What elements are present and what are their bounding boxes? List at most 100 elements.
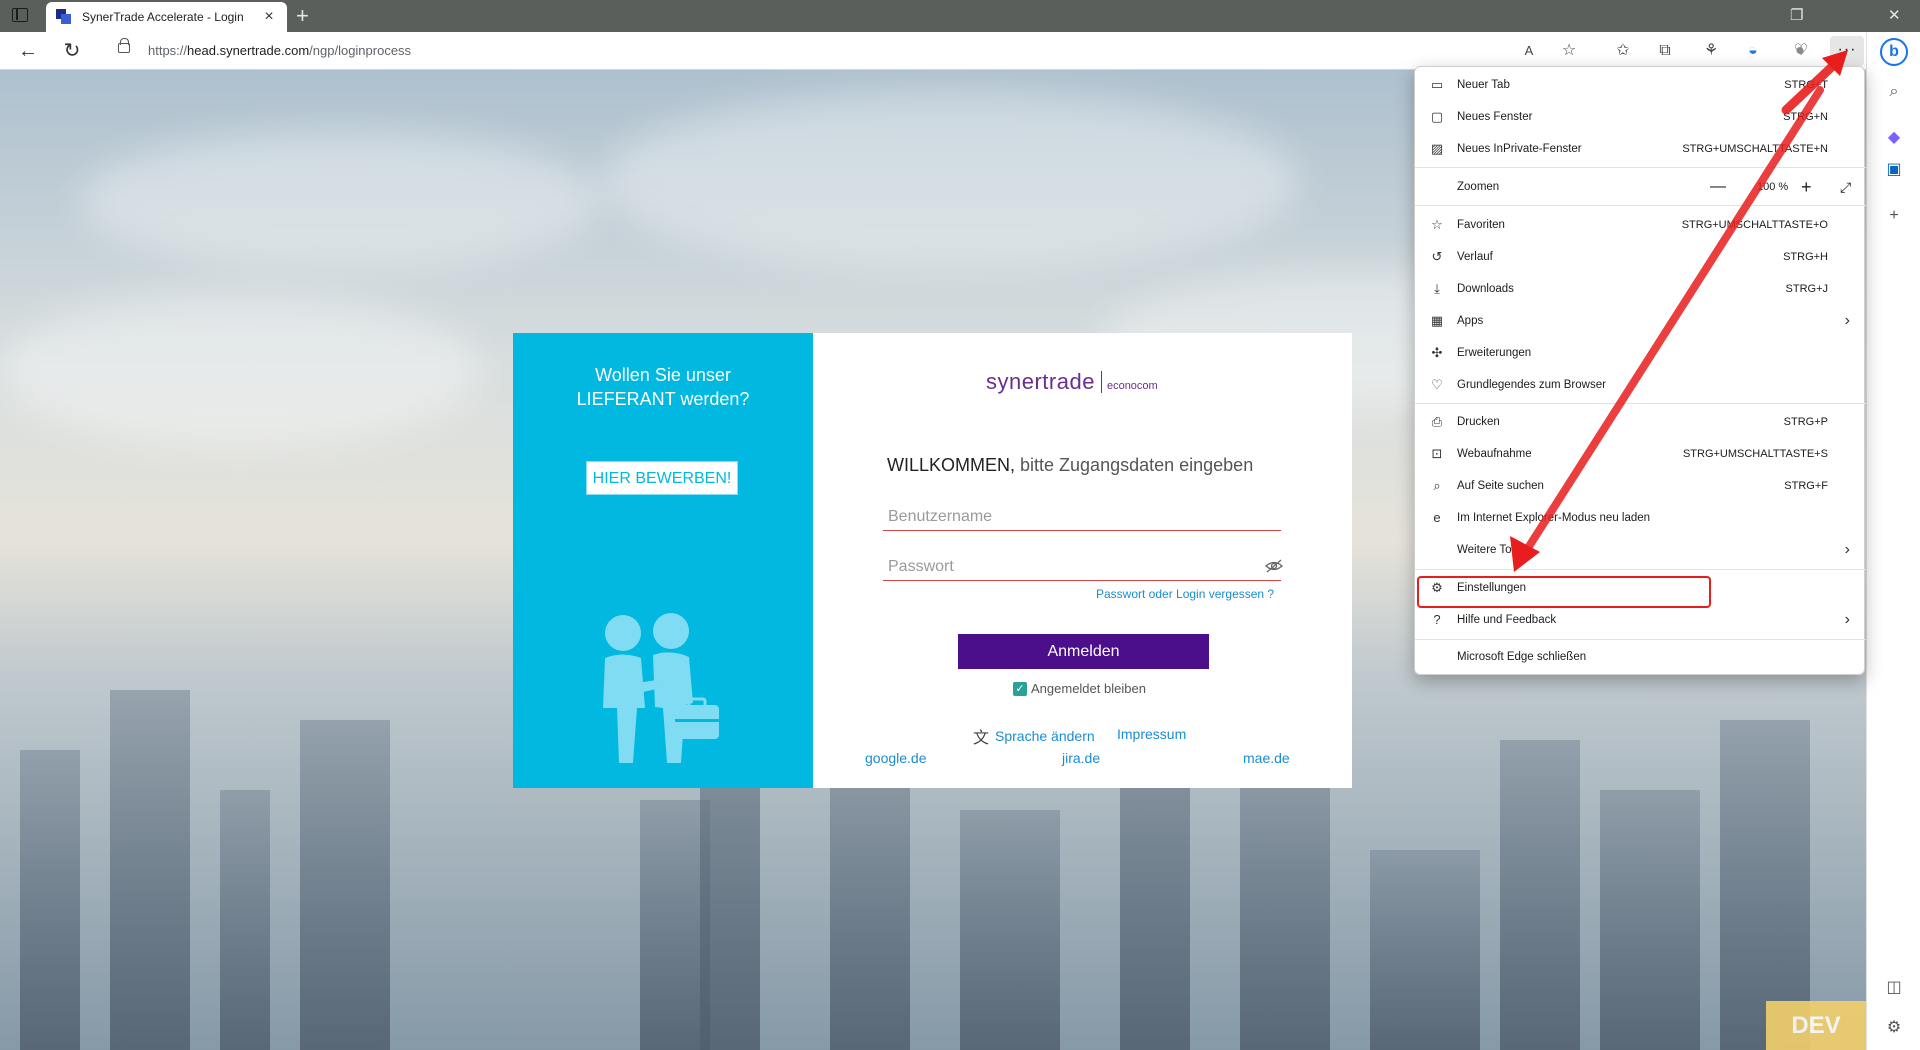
inprivate-icon: ▨ [1430,141,1444,156]
menu-item-print[interactable]: ⎙ Drucken STRG+P [1415,406,1866,438]
search-icon[interactable]: ⌕ [1882,80,1906,104]
menu-item-new-window[interactable]: ▢ Neues Fenster STRG+N [1415,101,1866,133]
supplier-panel: Wollen Sie unser LIEFERANT werden? HIER … [513,333,813,788]
menu-item-shortcut: STRG+UMSCHALTTASTE+O [1681,219,1828,231]
new-tab-icon[interactable]: + [296,3,309,29]
add-sidebar-app-icon[interactable]: + [1882,204,1906,228]
office-icon[interactable]: ◆ [1882,126,1906,150]
menu-item-browser-essentials[interactable]: ♡ Grundlegendes zum Browser [1415,369,1866,401]
menu-item-help-feedback[interactable]: ? Hilfe und Feedback › [1415,604,1866,636]
hide-password-icon[interactable] [1265,559,1283,573]
footer-link-jira[interactable]: jira.de [1062,750,1100,766]
menu-item-label: Neues InPrivate-Fenster [1457,143,1582,155]
menu-item-shortcut: STRG+UMSCHALTTASTE+S [1682,448,1828,460]
welcome-text: WILLKOMMEN, bitte Zugangsdaten eingeben [887,455,1253,476]
web-capture-icon: ⊡ [1431,446,1443,461]
menu-item-extensions[interactable]: ✣ Erweiterungen [1415,337,1866,369]
chevron-right-icon: › [1844,611,1850,628]
edge-icon[interactable]: ◒ [1742,40,1764,62]
extensions-icon[interactable]: ⚘ [1700,40,1722,62]
username-input[interactable] [883,503,1281,531]
tab-title: SynerTrade Accelerate - Login [82,10,244,24]
menu-item-label: Verlauf [1457,251,1493,263]
apps-icon: ▦ [1430,313,1444,328]
menu-item-label: Erweiterungen [1457,347,1532,359]
change-language-link[interactable]: 文 Sprache ändern [973,724,1095,748]
menu-item-find-on-page[interactable]: ⌕ Auf Seite suchen STRG+F [1415,470,1866,502]
zoom-out-icon[interactable]: — [1710,171,1726,203]
menu-item-new-tab[interactable]: ▭ Neuer Tab STRG+T [1415,69,1866,101]
menu-item-label: Grundlegendes zum Browser [1457,379,1606,391]
outlook-icon[interactable]: ▣ [1882,158,1906,182]
download-icon: ⤓ [1434,281,1440,296]
password-input[interactable] [883,553,1281,581]
menu-item-apps[interactable]: ▦ Apps › [1415,305,1866,337]
address-toolbar: ← ↻ https://head.synertrade.com/ngp/logi… [0,32,1920,70]
menu-item-web-capture[interactable]: ⊡ Webaufnahme STRG+UMSCHALTTASTE+S [1415,438,1866,470]
menu-item-close-edge[interactable]: Microsoft Edge schließen [1415,641,1866,673]
menu-item-shortcut: STRG+N [1783,111,1828,123]
menu-item-new-inprivate-window[interactable]: ▨ Neues InPrivate-Fenster STRG+UMSCHALTT… [1415,133,1866,165]
welcome-strong: WILLKOMMEN, [887,455,1016,475]
logo-wordmark: synertrade [986,369,1095,394]
login-button[interactable]: Anmelden [958,634,1209,669]
bing-chat-icon[interactable]: b [1880,38,1908,66]
collections-icon[interactable]: ⧉ [1654,40,1676,62]
browser-tab[interactable]: SynerTrade Accelerate - Login × [46,2,287,32]
menu-item-label: Webaufnahme [1457,448,1532,460]
lock-icon[interactable] [118,38,130,53]
tab-actions-icon[interactable] [12,8,28,22]
impressum-link[interactable]: Impressum [1117,726,1186,742]
login-panel: synertrade econocom WILLKOMMEN, bitte Zu… [813,333,1352,788]
heart-pulse-icon: ♡ [1431,377,1443,392]
menu-item-label: Neues Fenster [1457,111,1533,123]
favorites-icon[interactable]: ✩ [1612,40,1634,62]
menu-item-label: Downloads [1457,283,1514,295]
ie-mode-icon: e [1433,510,1441,525]
read-aloud-icon[interactable]: A [1518,40,1540,62]
menu-item-ie-mode[interactable]: e Im Internet Explorer-Modus neu laden [1415,502,1866,534]
menu-item-label: Apps [1457,315,1484,327]
menu-item-label: Zoomen [1457,181,1500,193]
url-host: head.synertrade.com [187,43,310,58]
menu-item-shortcut: STRG+H [1783,251,1828,263]
logo-subtitle: econocom [1106,380,1158,392]
close-tab-icon[interactable]: × [261,8,277,26]
menu-item-shortcut: STRG+T [1784,79,1828,91]
footer-link-mae[interactable]: mae.de [1243,750,1290,766]
synertrade-logo: synertrade econocom [986,369,1158,395]
url-path: /ngp/loginprocess [309,43,412,58]
menu-item-downloads[interactable]: ⤓ Downloads STRG+J [1415,273,1866,305]
back-icon[interactable]: ← [16,39,40,63]
menu-item-label: Im Internet Explorer-Modus neu laden [1457,512,1651,524]
menu-item-shortcut: STRG+UMSCHALTTASTE+N [1682,143,1828,155]
menu-item-more-tools[interactable]: Weitere Tools › [1415,534,1866,566]
menu-item-label: Weitere Tools [1457,544,1527,556]
restore-window-icon[interactable]: ❐ [1790,6,1803,24]
checkbox-checked-icon[interactable]: ✓ [1013,681,1027,696]
chevron-right-icon: › [1844,541,1850,558]
fullscreen-icon[interactable]: ⤢ [1840,171,1851,203]
remember-me-checkbox[interactable]: ✓ Angemeldet bleiben [1013,681,1146,696]
url-prefix: https:// [148,43,188,58]
menu-item-favorites[interactable]: ☆ Favoriten STRG+UMSCHALTTASTE+O [1415,209,1866,241]
profile-avatar-icon[interactable]: ● [1789,40,1811,62]
print-icon: ⎙ [1431,414,1443,429]
sidebar-settings-icon[interactable]: ⚙ [1882,1016,1906,1040]
settings-and-more-button[interactable]: ··· [1830,36,1864,66]
footer-link-google[interactable]: google.de [865,750,927,766]
url-field[interactable]: https://head.synertrade.com/ngp/loginpro… [148,43,411,58]
forgot-password-link[interactable]: Passwort oder Login vergessen ? [1096,587,1274,601]
menu-item-history[interactable]: ↺ Verlauf STRG+H [1415,241,1866,273]
supplier-title-line1: Wollen Sie unser [595,365,731,385]
favorite-star-icon[interactable]: ☆ [1558,40,1580,62]
help-icon: ? [1433,612,1441,627]
refresh-icon[interactable]: ↻ [60,39,84,63]
hide-sidebar-icon[interactable]: ◫ [1882,976,1906,1000]
new-tab-menu-icon: ▭ [1430,77,1444,92]
apply-button[interactable]: HIER BEWERBEN! [586,461,738,495]
zoom-in-icon[interactable]: + [1801,171,1812,203]
edge-sidebar: b ⌕ ◆ ▣ + ◫ ⚙ [1866,32,1920,1050]
favorites-menu-icon: ☆ [1431,217,1443,232]
close-window-icon[interactable]: ✕ [1888,6,1901,24]
